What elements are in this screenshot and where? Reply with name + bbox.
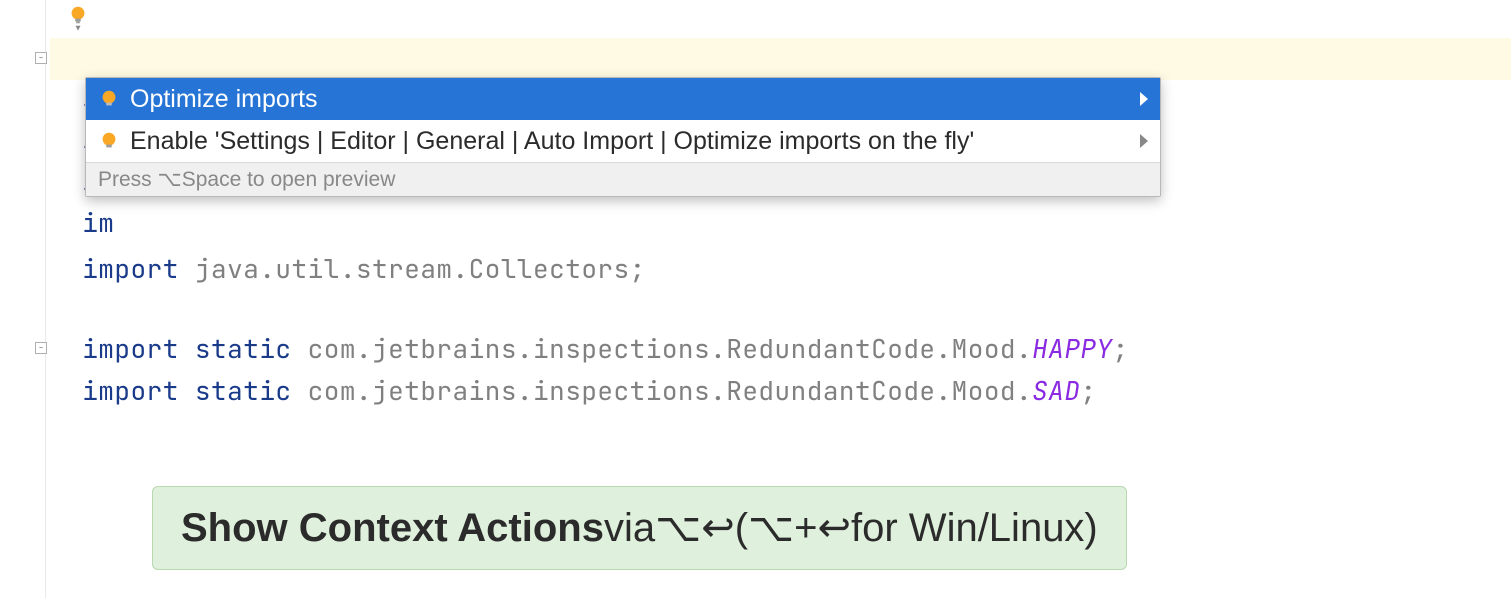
- editor-gutter: [0, 0, 50, 598]
- keyword-static: static: [179, 373, 292, 408]
- tip-shortcut-mac: ⌥↩: [655, 505, 735, 551]
- keyword-import: import: [82, 373, 179, 408]
- popup-footer-text: Press ⌥Space to open preview: [98, 167, 395, 192]
- tip-action-name: Show Context Actions: [181, 506, 604, 551]
- code-line-import-collectors[interactable]: import java.util.stream.Collectors;: [50, 216, 646, 286]
- tip-shortcut-win: ⌥+↩: [748, 505, 851, 551]
- intention-item-enable-setting[interactable]: Enable 'Settings | Editor | General | Au…: [86, 120, 1160, 162]
- tip-paren: (: [735, 506, 748, 551]
- intention-item-optimize-imports[interactable]: Optimize imports: [86, 78, 1160, 120]
- intention-actions-popup: Optimize imports Enable 'Settings | Edit…: [85, 77, 1161, 197]
- semicolon: ;: [1080, 373, 1096, 408]
- intention-bulb-icon[interactable]: ▼: [66, 4, 90, 34]
- code-line-import-static-sad[interactable]: import static com.jetbrains.inspections.…: [50, 338, 1097, 408]
- semicolon: ;: [630, 251, 646, 286]
- tip-banner: Show Context Actions via ⌥↩ ( ⌥+↩ for Wi…: [152, 486, 1127, 570]
- tip-for-text: for Win/Linux): [851, 506, 1098, 551]
- chevron-down-icon: ▼: [76, 24, 81, 34]
- enum-value-sad: SAD: [1032, 373, 1080, 408]
- bulb-icon: [98, 88, 120, 110]
- keyword-import: import: [82, 251, 179, 286]
- package-path: com.jetbrains.inspections.RedundantCode.…: [292, 373, 1033, 408]
- fold-marker-collapse-icon[interactable]: [35, 342, 47, 354]
- chevron-right-icon: [1140, 134, 1148, 148]
- popup-footer-hint: Press ⌥Space to open preview: [86, 162, 1160, 196]
- fold-marker-collapse-icon[interactable]: [35, 52, 47, 64]
- intention-item-label: Enable 'Settings | Editor | General | Au…: [130, 127, 1132, 156]
- tip-via-text: via: [604, 506, 655, 551]
- gutter-border: [45, 0, 46, 598]
- semicolon: ;: [1113, 331, 1129, 366]
- chevron-right-icon: [1140, 92, 1148, 106]
- bulb-icon: [98, 130, 120, 152]
- package-path: java.util.stream.Collectors: [179, 251, 630, 286]
- intention-item-label: Optimize imports: [130, 85, 1132, 114]
